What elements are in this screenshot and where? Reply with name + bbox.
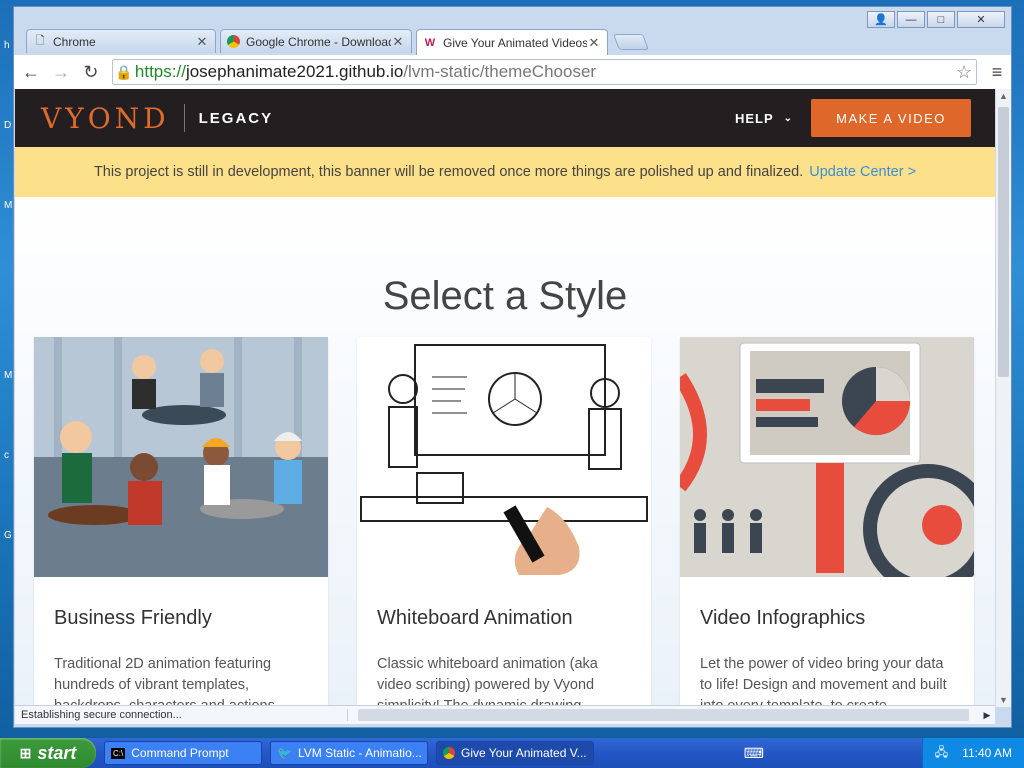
network-icon[interactable]: 🖧 [935, 743, 948, 764]
back-button[interactable]: ← [18, 59, 44, 85]
clock[interactable]: 11:40 AM [962, 746, 1012, 760]
task-lvm-static[interactable]: 🐦 LVM Static - Animatio... [270, 741, 428, 765]
lock-icon: 🔒 [115, 63, 133, 80]
system-tray: 🖧 11:40 AM [921, 738, 1024, 768]
dev-banner: This project is still in development, th… [15, 147, 995, 197]
minimize-button[interactable]: — [897, 11, 925, 28]
tab-label: Chrome [53, 34, 96, 49]
logo-divider [183, 104, 185, 132]
close-tab-icon[interactable]: ✕ [391, 34, 405, 50]
forward-button[interactable]: → [48, 59, 74, 85]
browser-window: 👤 — □ ✕ 🗋 Chrome ✕ Google Chrome - Downl… [13, 6, 1012, 728]
maximize-button[interactable]: □ [927, 11, 955, 28]
close-tab-icon[interactable]: ✕ [195, 34, 209, 50]
tab-label: Google Chrome - Download t [246, 34, 391, 49]
close-tab-icon[interactable]: ✕ [587, 35, 601, 51]
scroll-down-arrow-icon[interactable]: ▼ [996, 695, 1011, 705]
status-text: Establishing secure connection... [15, 709, 348, 721]
close-button[interactable]: ✕ [957, 11, 1005, 28]
new-tab-button[interactable] [613, 34, 649, 50]
card-title: Business Friendly [54, 607, 212, 629]
chrome-icon [227, 35, 240, 48]
scroll-thumb[interactable] [998, 107, 1009, 377]
url-host: josephanimate2021.github.io [185, 62, 404, 81]
task-label: Give Your Animated V... [461, 746, 587, 760]
scroll-right-arrow-icon[interactable]: ▶ [979, 710, 995, 721]
chevron-down-icon: ⌄ [783, 112, 793, 124]
user-icon[interactable]: 👤 [867, 11, 895, 28]
make-a-video-button[interactable]: MAKE A VIDEO [811, 99, 971, 137]
tab-strip: 🗋 Chrome ✕ Google Chrome - Download t ✕ … [20, 29, 1000, 55]
task-label: Command Prompt [131, 746, 229, 760]
card-whiteboard-animation[interactable]: Whiteboard Animation Classic whiteboard … [357, 337, 651, 707]
infographics-illustration [680, 337, 974, 577]
reload-button[interactable]: ↻ [78, 59, 104, 85]
vyond-logo[interactable]: VYOND [41, 102, 170, 135]
windows-flag-icon: ⊞ [19, 744, 32, 761]
chrome-icon [443, 747, 455, 759]
keyboard-icon[interactable]: ⌨ [744, 745, 764, 762]
page-title: Select a Style [382, 273, 628, 318]
tab-label: Give Your Animated Videos t [443, 35, 587, 50]
task-command-prompt[interactable]: C:\ Command Prompt [104, 741, 262, 765]
window-controls: 👤 — □ ✕ [867, 11, 1005, 28]
whiteboard-illustration [357, 337, 651, 577]
task-label: LVM Static - Animatio... [297, 746, 422, 760]
card-business-friendly[interactable]: Business Friendly Traditional 2D animati… [34, 337, 328, 707]
page-icon: 🗋 [35, 35, 45, 47]
scroll-up-arrow-icon[interactable]: ▲ [996, 91, 1011, 101]
task-give-your-animated-videos[interactable]: Give Your Animated V... [436, 741, 594, 765]
address-bar[interactable]: 🔒 https://josephanimate2021.github.io/lv… [111, 59, 978, 85]
app-icon: 🐦 [277, 746, 292, 760]
bookmark-star-icon[interactable]: ☆ [952, 62, 976, 83]
card-description: Classic whiteboard animation (aka video … [377, 656, 598, 707]
browser-toolbar: ← → ↻ 🔒 https://josephanimate2021.github… [14, 55, 1011, 90]
banner-text: This project is still in development, th… [93, 164, 804, 180]
business-illustration [34, 337, 328, 577]
page-viewport: VYOND LEGACY HELP ⌄ MAKE A VIDEO This pr… [15, 89, 995, 707]
horizontal-scroll-thumb[interactable] [358, 709, 969, 721]
status-bar: Establishing secure connection... ▶ [15, 705, 995, 724]
update-center-link[interactable]: Update Center > [809, 164, 916, 180]
taskbar: ⊞ start C:\ Command Prompt 🐦 LVM Static … [0, 738, 1024, 768]
tab-chrome[interactable]: 🗋 Chrome ✕ [26, 29, 216, 53]
url-scheme: https:// [134, 62, 186, 81]
start-button[interactable]: ⊞ start [0, 738, 96, 768]
tab-google-chrome-download[interactable]: Google Chrome - Download t ✕ [220, 29, 412, 53]
vyond-icon: W [424, 36, 436, 49]
card-title: Whiteboard Animation [377, 607, 573, 629]
site-header: VYOND LEGACY HELP ⌄ MAKE A VIDEO [15, 89, 995, 147]
url-path: /lvm-static/themeChooser [403, 62, 597, 81]
help-label: HELP [734, 110, 774, 126]
legacy-label: LEGACY [198, 109, 274, 127]
vertical-scrollbar[interactable]: ▲ ▼ [995, 89, 1011, 707]
card-video-infographics[interactable]: Video Infographics Let the power of vide… [680, 337, 974, 707]
style-chooser: Select a Style Business Friendly Traditi… [15, 197, 995, 707]
start-label: start [37, 742, 77, 763]
cmd-icon: C:\ [111, 747, 126, 759]
tab-give-your-animated-videos[interactable]: W Give Your Animated Videos t ✕ [416, 29, 608, 55]
card-description: Let the power of video bring your data t… [700, 656, 947, 707]
help-menu[interactable]: HELP ⌄ [735, 111, 793, 126]
chrome-menu-icon[interactable]: ≡ [983, 62, 1011, 83]
card-title: Video Infographics [700, 607, 866, 629]
card-description: Traditional 2D animation featuring hundr… [54, 656, 279, 707]
